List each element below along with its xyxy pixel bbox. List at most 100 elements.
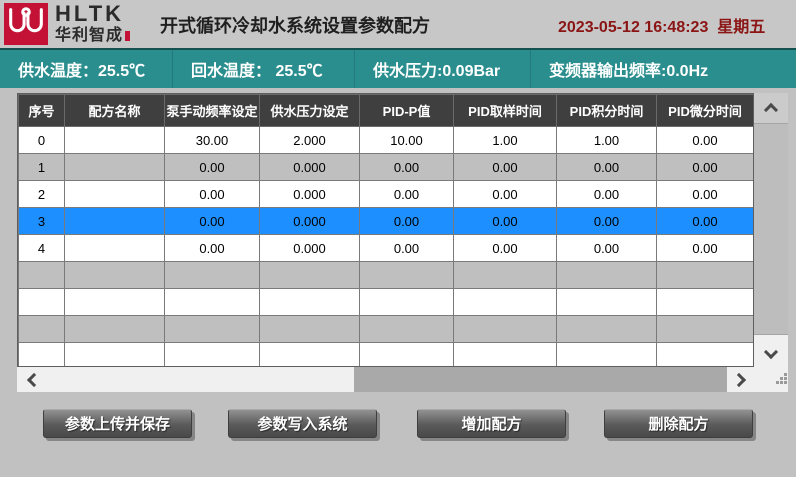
horizontal-scroll-thumb[interactable] <box>354 367 727 392</box>
cell[interactable]: 0.00 <box>360 154 454 181</box>
cell[interactable] <box>260 343 360 368</box>
cell[interactable] <box>65 235 165 262</box>
cell[interactable]: 0.00 <box>360 235 454 262</box>
cell[interactable]: 30.00 <box>165 127 260 154</box>
vertical-scrollbar[interactable] <box>754 93 788 367</box>
cell[interactable] <box>360 316 454 343</box>
cell[interactable] <box>360 289 454 316</box>
table-row[interactable]: 030.002.00010.001.001.000.00 <box>19 127 754 154</box>
cell[interactable] <box>657 316 754 343</box>
cell[interactable]: 0.00 <box>557 235 657 262</box>
cell[interactable] <box>454 316 557 343</box>
cell[interactable]: 0.000 <box>260 208 360 235</box>
cell[interactable]: 10.00 <box>360 127 454 154</box>
cell[interactable]: 0.000 <box>260 181 360 208</box>
cell[interactable] <box>19 316 65 343</box>
scroll-left-button[interactable] <box>17 367 47 392</box>
table-row[interactable] <box>19 262 754 289</box>
cell[interactable]: 2 <box>19 181 65 208</box>
cell[interactable]: 0.00 <box>657 127 754 154</box>
cell[interactable] <box>65 154 165 181</box>
cell[interactable]: 0.00 <box>454 154 557 181</box>
add-recipe-button[interactable]: 增加配方 <box>417 409 566 438</box>
column-header: 泵手动频率设定 <box>165 95 260 127</box>
vertical-scroll-thumb[interactable] <box>754 123 788 335</box>
cell[interactable] <box>657 343 754 368</box>
cell[interactable] <box>260 262 360 289</box>
cell[interactable]: 1.00 <box>557 127 657 154</box>
table-row[interactable] <box>19 343 754 368</box>
cell[interactable] <box>65 289 165 316</box>
cell[interactable] <box>165 262 260 289</box>
cell[interactable]: 0.00 <box>165 235 260 262</box>
cell[interactable]: 0.00 <box>360 181 454 208</box>
cell[interactable] <box>454 262 557 289</box>
cell[interactable] <box>19 262 65 289</box>
cell[interactable] <box>19 289 65 316</box>
cell[interactable] <box>454 289 557 316</box>
upload-save-button[interactable]: 参数上传并保存 <box>43 409 192 438</box>
cell[interactable] <box>65 208 165 235</box>
write-system-button[interactable]: 参数写入系统 <box>228 409 377 438</box>
column-header: PID微分时间 <box>657 95 754 127</box>
cell[interactable]: 3 <box>19 208 65 235</box>
cell[interactable]: 1.00 <box>454 127 557 154</box>
cell[interactable]: 0.00 <box>557 181 657 208</box>
cell[interactable]: 0.00 <box>657 235 754 262</box>
scroll-up-button[interactable] <box>754 93 788 123</box>
cell[interactable]: 0.00 <box>557 154 657 181</box>
delete-recipe-button[interactable]: 删除配方 <box>604 409 753 438</box>
cell[interactable]: 0.00 <box>557 208 657 235</box>
cell[interactable] <box>454 343 557 368</box>
cell[interactable]: 0.00 <box>165 181 260 208</box>
table-row[interactable] <box>19 316 754 343</box>
cell[interactable] <box>260 289 360 316</box>
cell[interactable]: 4 <box>19 235 65 262</box>
cell[interactable] <box>65 262 165 289</box>
status-item-2: 供水压力:0.09Bar <box>354 50 530 88</box>
cell[interactable]: 0.000 <box>260 235 360 262</box>
cell[interactable]: 0.00 <box>454 181 557 208</box>
brand-name-text: 华利智成 <box>55 28 123 44</box>
cell[interactable] <box>557 343 657 368</box>
cell[interactable] <box>165 289 260 316</box>
cell[interactable] <box>557 316 657 343</box>
cell[interactable] <box>360 262 454 289</box>
table-row[interactable]: 20.000.0000.000.000.000.00 <box>19 181 754 208</box>
cell[interactable] <box>19 343 65 368</box>
cell[interactable]: 2.000 <box>260 127 360 154</box>
cell[interactable] <box>65 343 165 368</box>
cell[interactable] <box>360 343 454 368</box>
scroll-down-button[interactable] <box>754 339 788 367</box>
cell[interactable]: 0.000 <box>260 154 360 181</box>
horizontal-scrollbar[interactable] <box>17 367 754 392</box>
cell[interactable]: 0.00 <box>454 208 557 235</box>
cell[interactable]: 1 <box>19 154 65 181</box>
cell[interactable]: 0.00 <box>454 235 557 262</box>
cell[interactable] <box>165 343 260 368</box>
cell[interactable] <box>65 127 165 154</box>
cell[interactable] <box>657 262 754 289</box>
cell[interactable] <box>65 181 165 208</box>
cell[interactable]: 0.00 <box>657 181 754 208</box>
cell[interactable] <box>165 316 260 343</box>
cell[interactable]: 0 <box>19 127 65 154</box>
cell[interactable]: 0.00 <box>360 208 454 235</box>
cell[interactable] <box>65 316 165 343</box>
cell[interactable]: 0.00 <box>657 154 754 181</box>
table-row[interactable]: 30.000.0000.000.000.000.00 <box>19 208 754 235</box>
scroll-right-button[interactable] <box>727 367 754 392</box>
logo-wave-icon <box>4 3 48 45</box>
cell[interactable] <box>557 262 657 289</box>
table-row[interactable]: 40.000.0000.000.000.000.00 <box>19 235 754 262</box>
cell[interactable]: 0.00 <box>165 154 260 181</box>
table-row[interactable] <box>19 289 754 316</box>
table-row[interactable]: 10.000.0000.000.000.000.00 <box>19 154 754 181</box>
cell[interactable] <box>657 289 754 316</box>
status-item-3: 变频器输出频率:0.0Hz <box>530 50 796 88</box>
cell[interactable] <box>260 316 360 343</box>
table-header-row: 序号配方名称泵手动频率设定供水压力设定PID-P值PID取样时间PID积分时间P… <box>19 95 754 127</box>
cell[interactable]: 0.00 <box>165 208 260 235</box>
cell[interactable]: 0.00 <box>657 208 754 235</box>
cell[interactable] <box>557 289 657 316</box>
